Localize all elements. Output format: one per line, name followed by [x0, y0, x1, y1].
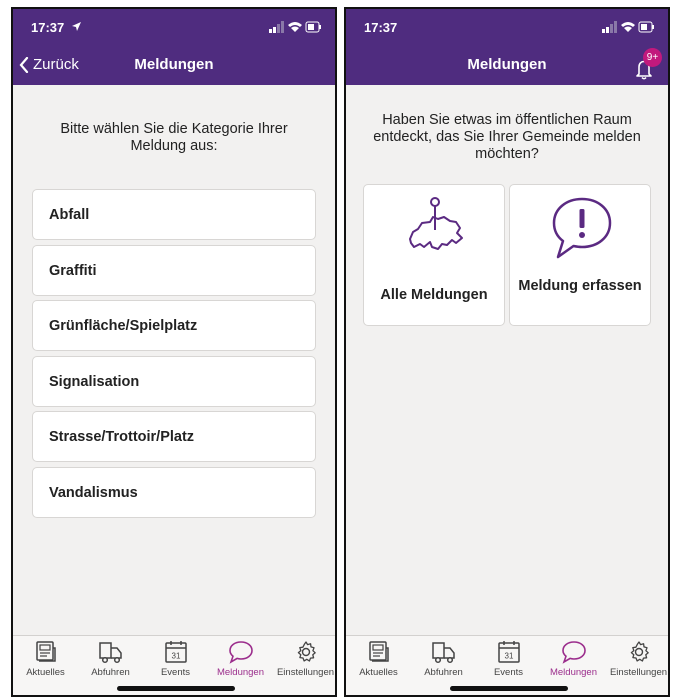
navigation-bar: Zurück Meldungen: [13, 45, 335, 85]
signal-icon: [269, 21, 284, 33]
notification-badge: 9+: [643, 48, 662, 67]
tab-aktuelles[interactable]: Aktuelles: [346, 640, 411, 682]
phone-screen-categories: 17:37 Zurück Meldungen Bitte wählen Sie …: [11, 7, 337, 697]
tile-grid: Alle Meldungen Meldung erfassen: [363, 184, 651, 326]
category-item-graffiti[interactable]: Graffiti: [32, 244, 316, 296]
category-list: Abfall Graffiti Grünfläche/Spielplatz Si…: [32, 189, 316, 522]
tab-label: Meldungen: [549, 667, 597, 678]
page-title: Meldungen: [134, 56, 214, 73]
status-icons: [602, 21, 654, 33]
tile-all-reports[interactable]: Alle Meldungen: [363, 184, 505, 326]
speech-bubble-icon: [228, 641, 253, 664]
status-bar: 17:37: [13, 9, 335, 45]
home-indicator: [117, 686, 235, 691]
tab-abfuhren[interactable]: Abfuhren: [78, 640, 143, 682]
speech-bubble-icon: [561, 641, 586, 664]
gear-icon: [630, 641, 649, 662]
tab-bar: Aktuelles Abfuhren 31 Events Meldungen E…: [346, 635, 668, 695]
tab-events[interactable]: 31 Events: [143, 640, 208, 682]
tab-abfuhren[interactable]: Abfuhren: [411, 640, 476, 682]
tab-einstellungen[interactable]: Einstellungen: [273, 640, 335, 682]
tab-aktuelles[interactable]: Aktuelles: [13, 640, 78, 682]
tab-label: Aktuelles: [26, 667, 65, 678]
battery-icon: [305, 21, 321, 33]
tab-label: Einstellungen: [276, 667, 335, 678]
tab-label: Abfuhren: [424, 667, 463, 678]
tab-einstellungen[interactable]: Einstellungen: [606, 640, 668, 682]
calendar-day: 31: [171, 652, 180, 661]
calendar-day: 31: [504, 652, 513, 661]
category-item-signalisation[interactable]: Signalisation: [32, 355, 316, 407]
tab-label: Aktuelles: [359, 667, 398, 678]
location-arrow-icon: [72, 22, 81, 31]
content-area: Haben Sie etwas im öffentlichen Raum ent…: [346, 85, 668, 635]
status-time: 17:37: [31, 20, 65, 35]
calendar-icon: 31: [497, 641, 520, 663]
tile-create-report[interactable]: Meldung erfassen: [509, 184, 651, 326]
news-icon: [35, 641, 56, 662]
status-icons: [269, 21, 321, 33]
report-prompt: Haben Sie etwas im öffentlichen Raum ent…: [373, 112, 641, 162]
category-item-abfall[interactable]: Abfall: [32, 189, 316, 240]
notifications-button[interactable]: 9+: [632, 48, 662, 81]
news-icon: [368, 641, 389, 662]
category-item-vandalismus[interactable]: Vandalismus: [32, 466, 316, 518]
tile-label: Alle Meldungen: [380, 287, 488, 303]
navigation-bar: Meldungen 9+: [346, 45, 668, 85]
battery-icon: [638, 21, 654, 33]
page-title: Meldungen: [467, 56, 547, 73]
signal-icon: [602, 21, 617, 33]
gear-icon: [297, 641, 316, 662]
switzerland-map-pin-icon: [409, 197, 463, 250]
tab-events[interactable]: 31 Events: [476, 640, 541, 682]
tab-label: Abfuhren: [91, 667, 130, 678]
tab-bar: Aktuelles Abfuhren 31 Events Meldungen E…: [13, 635, 335, 695]
tab-label: Meldungen: [216, 667, 264, 678]
category-item-gruenflaeche[interactable]: Grünfläche/Spielplatz: [32, 300, 316, 351]
truck-icon: [98, 642, 122, 664]
tile-label: Meldung erfassen: [518, 278, 642, 294]
content-area: Bitte wählen Sie die Kategorie Ihrer Mel…: [13, 85, 335, 635]
tab-label: Events: [160, 667, 191, 678]
category-prompt: Bitte wählen Sie die Kategorie Ihrer Mel…: [60, 121, 288, 154]
wifi-icon: [621, 22, 635, 32]
tab-label: Events: [493, 667, 524, 678]
truck-icon: [431, 642, 455, 664]
speech-bubble-exclamation-icon: [552, 197, 612, 259]
status-bar: 17:37: [346, 9, 668, 45]
tab-label: Einstellungen: [609, 667, 668, 678]
calendar-icon: 31: [164, 641, 187, 663]
tab-meldungen[interactable]: Meldungen: [208, 640, 273, 682]
tab-meldungen[interactable]: Meldungen: [541, 640, 606, 682]
home-indicator: [450, 686, 568, 691]
phone-screen-reports: 17:37 Meldungen 9+ Haben Sie etwas im öf…: [344, 7, 670, 697]
category-item-strasse[interactable]: Strasse/Trottoir/Platz: [32, 411, 316, 462]
status-time: 17:37: [364, 20, 398, 35]
wifi-icon: [288, 22, 302, 32]
